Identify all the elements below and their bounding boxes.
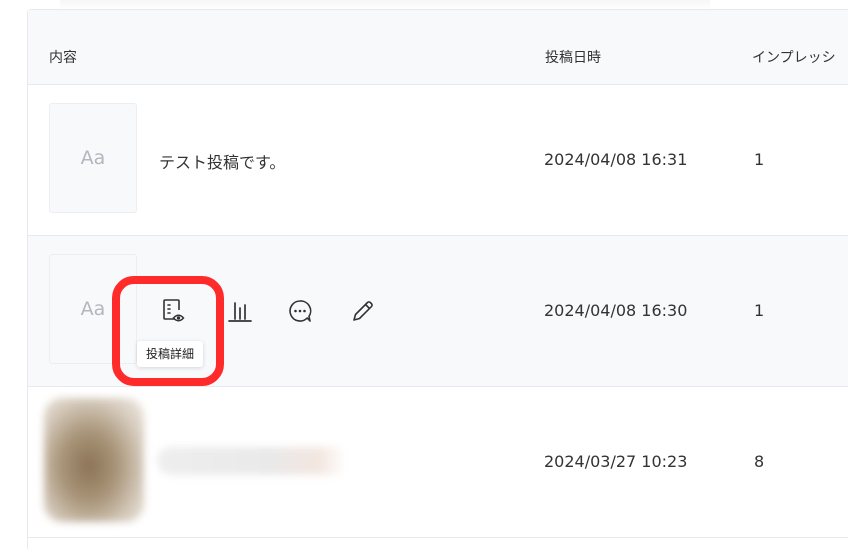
table-header: 内容 投稿日時 インプレッシ xyxy=(28,10,848,85)
post-content: テスト投稿です。 xyxy=(159,153,286,172)
analytics-button[interactable] xyxy=(225,296,255,326)
column-header-impressions: インプレッシ xyxy=(752,50,836,66)
post-detail-tooltip: 投稿詳細 xyxy=(137,341,204,367)
post-impressions: 1 xyxy=(754,301,765,320)
post-date: 2024/03/27 10:23 xyxy=(544,452,688,471)
table-row[interactable]: 2024/03/27 10:23 8 xyxy=(28,387,848,538)
blurred-post-content xyxy=(157,447,347,475)
column-header-date: 投稿日時 xyxy=(545,50,601,66)
bar-chart-icon xyxy=(228,302,252,322)
post-thumbnail: Aa xyxy=(49,254,137,364)
thumbnail-text-placeholder: Aa xyxy=(80,147,106,169)
post-list-screen: 内容 投稿日時 インプレッシ Aa テスト投稿です。 2024/04/08 16… xyxy=(0,0,848,549)
post-thumbnail: Aa xyxy=(49,103,137,213)
thumbnail-text-placeholder: Aa xyxy=(80,298,106,320)
pencil-icon xyxy=(353,301,373,321)
column-header-content: 内容 xyxy=(49,50,77,66)
comment-icon xyxy=(289,300,312,322)
post-impressions: 8 xyxy=(754,452,765,471)
post-detail-button[interactable] xyxy=(158,296,188,326)
post-date: 2024/04/08 16:30 xyxy=(544,301,688,320)
edit-button[interactable] xyxy=(348,296,378,326)
post-detail-icon xyxy=(163,299,185,322)
table-row[interactable]: Aa テスト投稿です。 2024/04/08 16:31 1 xyxy=(28,85,848,236)
comment-button[interactable] xyxy=(285,296,315,326)
post-impressions: 1 xyxy=(754,150,765,169)
post-date: 2024/04/08 16:31 xyxy=(544,150,688,169)
blurred-post-image xyxy=(44,398,144,522)
